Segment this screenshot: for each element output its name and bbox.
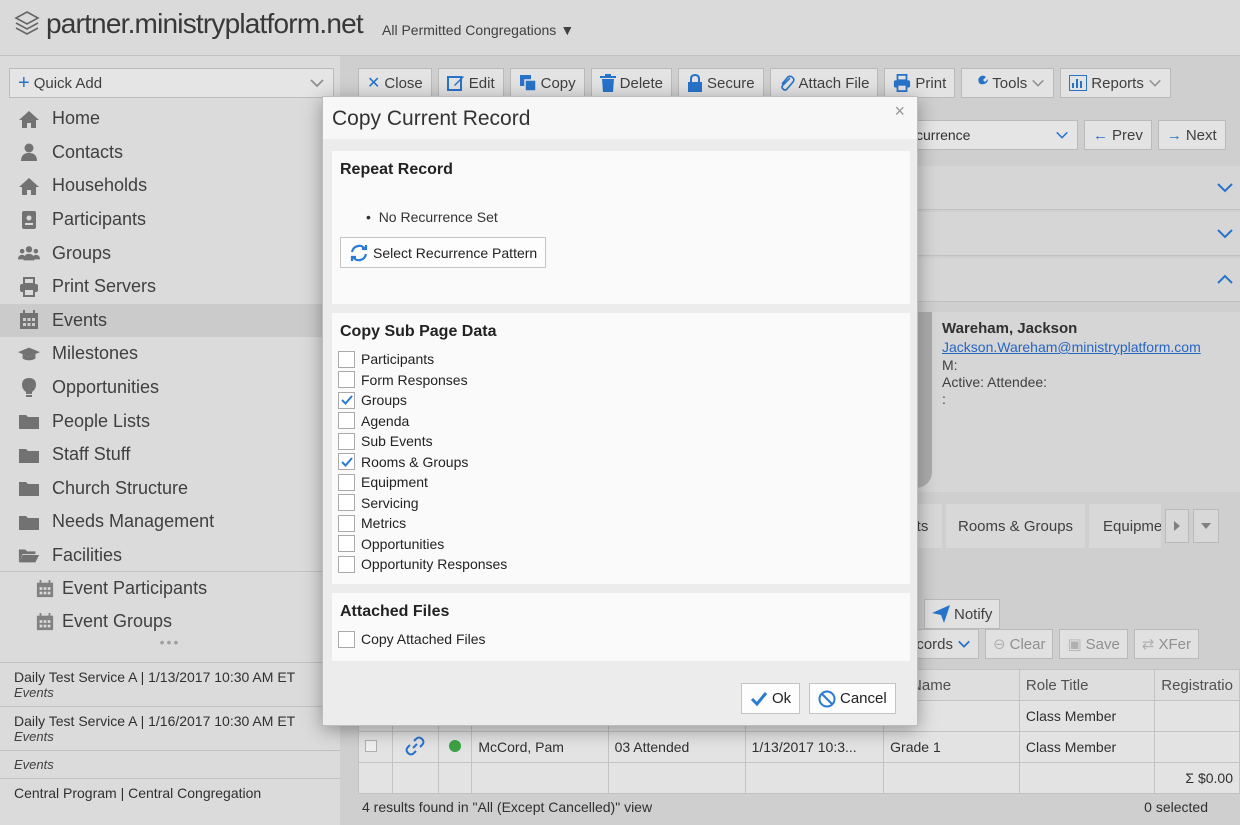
attached-options: Copy Attached Files xyxy=(338,629,486,650)
cancel-button[interactable]: Cancel xyxy=(809,683,896,714)
option-label: Opportunity Responses xyxy=(361,556,508,573)
option-label: Participants xyxy=(361,351,435,368)
checkmark-icon xyxy=(340,457,353,467)
option-label: Metrics xyxy=(361,515,407,532)
subpage-option-equipment[interactable]: Equipment xyxy=(338,472,507,493)
checkbox[interactable] xyxy=(338,371,355,389)
checkbox-checked[interactable] xyxy=(338,453,355,471)
recurrence-status-text: No Recurrence Set xyxy=(378,209,498,225)
subpage-option-metrics[interactable]: Metrics xyxy=(338,513,507,534)
subpage-option-sub-events[interactable]: Sub Events xyxy=(338,431,507,452)
close-icon[interactable]: × xyxy=(894,101,905,122)
option-label: Servicing xyxy=(361,494,419,511)
section-title: Copy Sub Page Data xyxy=(340,323,497,340)
checkbox[interactable] xyxy=(338,630,355,648)
subpage-option-agenda[interactable]: Agenda xyxy=(338,411,507,432)
dialog-footer: Ok Cancel xyxy=(323,673,919,727)
checkbox[interactable] xyxy=(338,432,355,450)
checkbox[interactable] xyxy=(338,350,355,368)
dialog-header: Copy Current Record × xyxy=(323,97,917,139)
section-title: Repeat Record xyxy=(340,161,453,178)
subpage-option-participants[interactable]: Participants xyxy=(338,349,507,370)
checkbox-checked[interactable] xyxy=(338,391,355,409)
checkbox[interactable] xyxy=(338,473,355,491)
subpage-option-servicing[interactable]: Servicing xyxy=(338,493,507,514)
checkbox[interactable] xyxy=(338,514,355,532)
recurrence-status: • No Recurrence Set xyxy=(366,209,498,225)
checkmark-icon xyxy=(750,691,768,706)
select-recurrence-pattern-button[interactable]: Select Recurrence Pattern xyxy=(340,237,547,268)
option-label: Sub Events xyxy=(361,433,433,450)
option-label: Equipment xyxy=(361,474,428,491)
checkbox[interactable] xyxy=(338,555,355,573)
checkmark-icon xyxy=(340,395,353,406)
copy-subpage-section: Copy Sub Page Data Participants Form Res… xyxy=(332,313,910,584)
ok-button[interactable]: Ok xyxy=(741,683,801,714)
option-label: Form Responses xyxy=(361,371,468,388)
subpage-options: Participants Form Responses Groups Agend… xyxy=(338,349,507,575)
attached-files-section: Attached Files Copy Attached Files xyxy=(332,593,910,661)
subpage-option-opportunity-responses[interactable]: Opportunity Responses xyxy=(338,554,507,575)
checkbox[interactable] xyxy=(338,412,355,430)
option-label: Rooms & Groups xyxy=(361,453,469,470)
cancel-button-label: Cancel xyxy=(840,690,887,707)
copy-record-dialog: Copy Current Record × Repeat Record • No… xyxy=(322,96,918,726)
select-recurrence-pattern-label: Select Recurrence Pattern xyxy=(373,244,538,261)
option-label: Copy Attached Files xyxy=(361,631,486,648)
checkbox[interactable] xyxy=(338,494,355,512)
subpage-option-form-responses[interactable]: Form Responses xyxy=(338,370,507,391)
copy-attached-files-option[interactable]: Copy Attached Files xyxy=(338,629,486,650)
subpage-option-rooms-groups[interactable]: Rooms & Groups xyxy=(338,452,507,473)
section-title: Attached Files xyxy=(340,603,450,620)
option-label: Agenda xyxy=(361,412,410,429)
ban-icon xyxy=(818,690,836,707)
checkbox[interactable] xyxy=(338,535,355,553)
repeat-record-section: Repeat Record • No Recurrence Set Select… xyxy=(332,151,910,304)
option-label: Groups xyxy=(361,392,407,409)
dialog-title: Copy Current Record xyxy=(332,107,531,130)
subpage-option-groups[interactable]: Groups xyxy=(338,390,507,411)
option-label: Opportunities xyxy=(361,535,445,552)
ok-button-label: Ok xyxy=(772,690,792,707)
refresh-icon xyxy=(350,244,368,261)
subpage-option-opportunities[interactable]: Opportunities xyxy=(338,534,507,555)
